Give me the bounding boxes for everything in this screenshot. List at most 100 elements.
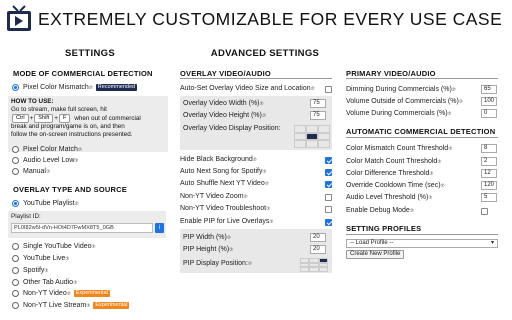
position-cell[interactable]	[318, 132, 330, 141]
overlay-position-row: Overlay Video Display Position:	[183, 125, 281, 132]
position-cell[interactable]	[294, 125, 306, 133]
detect-label: Audio Level Threshold (%)	[346, 194, 429, 201]
cooldown-row: Override Cooldown Time (sec) ⑦	[346, 182, 445, 189]
source-label: Spotify	[23, 267, 45, 274]
source-label: Non-YT Video	[23, 290, 67, 297]
tv-logo-icon	[7, 5, 31, 31]
pip-height-label: PIP Height (%)	[183, 246, 230, 253]
overlay-height-input[interactable]: 75	[310, 111, 326, 120]
non-yt-zoom-row: Non-YT Video Zoom ⑦	[180, 193, 248, 200]
shift-key: Shift	[34, 114, 54, 123]
pip-height-input[interactable]: 20	[310, 245, 326, 254]
source-option-youtube-playlist[interactable]: YouTube Playlist ⑦	[12, 200, 79, 207]
auto-set-label: Auto-Set Overlay Video Size and Location	[180, 85, 311, 92]
source-label: YouTube Playlist	[23, 200, 75, 207]
mode-label: Pixel Color Match	[23, 146, 78, 153]
mode-option-pixel-mismatch[interactable]: Pixel Color Mismatch ⑦ Recommended	[12, 84, 138, 91]
pip-width-row: PIP Width (%) ⑦	[183, 234, 231, 241]
source-option-youtube-live[interactable]: YouTube Live ⑦	[12, 255, 69, 262]
primary-label: Volume During Commercials (%)	[346, 110, 448, 117]
cooldown-input[interactable]: 120	[481, 181, 497, 190]
source-option-non-yt-live[interactable]: Non-YT Live Stream ⑦ Experimental	[12, 302, 130, 309]
overlay-width-label: Overlay Video Width (%)	[183, 100, 260, 107]
radio-unselected[interactable]	[12, 290, 19, 297]
radio-unselected[interactable]	[12, 146, 19, 153]
radio-unselected[interactable]	[12, 157, 19, 164]
howto-line1: Go to stream, make full screen, hit	[11, 106, 107, 113]
position-cell[interactable]	[294, 132, 306, 141]
dimming-row: Dimming During Commercials (%) ⑦	[346, 86, 456, 93]
match-threshold-input[interactable]: 2	[481, 157, 497, 166]
position-cell-selected[interactable]	[306, 132, 318, 141]
playlist-id-input[interactable]: PL0I82w5l-dVn-HOt4D7FwMX8T5_0GB	[11, 223, 153, 233]
section-divider	[346, 78, 498, 79]
pip-position-label: PIP Display Position:	[183, 260, 248, 267]
radio-unselected[interactable]	[12, 302, 19, 309]
hide-black-bg-checkbox[interactable]	[325, 157, 332, 164]
source-option-tab-audio[interactable]: Other Tab Audio ⑦	[12, 279, 77, 286]
radio-unselected[interactable]	[12, 168, 19, 175]
overlay-type-heading: OVERLAY TYPE AND SOURCE	[13, 185, 127, 194]
volume-during-input[interactable]: 0	[481, 109, 497, 118]
howto-line3: break and program/game is on, and then	[11, 123, 125, 130]
pip-position-grid[interactable]	[300, 258, 328, 272]
position-cell[interactable]	[306, 125, 318, 133]
auto-shuffle-checkbox[interactable]	[325, 181, 332, 188]
auto-set-checkbox[interactable]	[325, 86, 332, 93]
check-label: Hide Black Background	[180, 156, 253, 163]
color-diff-row: Color Difference Threshold ⑦	[346, 170, 434, 177]
mode-label: Manual	[23, 168, 46, 175]
radio-selected[interactable]	[12, 84, 19, 91]
mode-option-audio-low[interactable]: Audio Level Low ⑦	[12, 157, 78, 164]
non-yt-zoom-checkbox[interactable]	[325, 194, 332, 201]
source-label: Single YouTube Video	[23, 243, 92, 250]
header-banner: EXTREMELY CUSTOMIZABLE FOR EVERY USE CAS…	[0, 0, 512, 40]
experimental-badge: Experimental	[73, 290, 110, 297]
radio-selected[interactable]	[12, 200, 19, 207]
auto-shuffle-row: Auto Shuffle Next YT Video ⑦	[180, 180, 269, 187]
non-yt-troubleshoot-checkbox[interactable]	[325, 206, 332, 213]
source-option-non-yt-video[interactable]: Non-YT Video ⑦ Experimental	[12, 290, 110, 297]
create-profile-button[interactable]: Create New Profile	[346, 250, 405, 259]
overlay-width-row: Overlay Video Width (%) ⑦	[183, 100, 264, 107]
non-yt-troubleshoot-row: Non-YT Video Troubleshoot ⑦	[180, 205, 271, 212]
source-label: YouTube Live	[23, 255, 66, 262]
dimming-input[interactable]: 65	[481, 85, 497, 94]
experimental-badge: Experimental	[93, 302, 130, 309]
position-cell[interactable]	[306, 140, 318, 148]
position-cell[interactable]	[318, 140, 330, 148]
source-option-single-video[interactable]: Single YouTube Video ⑦	[12, 243, 96, 250]
color-diff-input[interactable]: 12	[481, 169, 497, 178]
overlay-position-grid[interactable]	[294, 125, 330, 148]
ctrl-key: Ctrl	[12, 114, 29, 123]
howto-line2: when out of commercial	[74, 114, 141, 122]
load-profile-select[interactable]: -- Load Profile -- ▾	[346, 239, 498, 248]
audio-threshold-input[interactable]: 5	[481, 193, 497, 202]
volume-outside-input[interactable]: 100	[481, 97, 497, 106]
overlay-width-input[interactable]: 75	[310, 99, 326, 108]
radio-unselected[interactable]	[12, 279, 19, 286]
pip-height-row: PIP Height (%) ⑦	[183, 246, 234, 253]
radio-unselected[interactable]	[12, 267, 19, 274]
position-cell[interactable]	[300, 267, 310, 272]
mode-label: Audio Level Low	[23, 157, 75, 164]
radio-unselected[interactable]	[12, 243, 19, 250]
mismatch-threshold-input[interactable]: 8	[481, 144, 497, 153]
position-cell[interactable]	[318, 125, 330, 133]
primary-heading: PRIMARY VIDEO/AUDIO	[346, 69, 436, 78]
position-cell[interactable]	[309, 267, 319, 272]
pip-width-input[interactable]: 20	[310, 233, 326, 242]
mode-label: Pixel Color Mismatch	[23, 84, 89, 91]
debug-checkbox[interactable]	[481, 208, 488, 215]
pip-width-label: PIP Width (%)	[183, 234, 227, 241]
position-cell[interactable]	[294, 140, 306, 148]
hide-black-bg-row: Hide Black Background ⑦	[180, 156, 257, 163]
mode-option-pixel-match[interactable]: Pixel Color Match ⑦	[12, 146, 82, 153]
enable-pip-checkbox[interactable]	[325, 219, 332, 226]
mode-option-manual[interactable]: Manual ⑦	[12, 168, 50, 175]
radio-unselected[interactable]	[12, 255, 19, 262]
position-cell[interactable]	[318, 267, 328, 272]
source-option-spotify[interactable]: Spotify ⑦	[12, 267, 48, 274]
auto-next-spotify-checkbox[interactable]	[325, 169, 332, 176]
info-button[interactable]: i	[155, 223, 164, 233]
